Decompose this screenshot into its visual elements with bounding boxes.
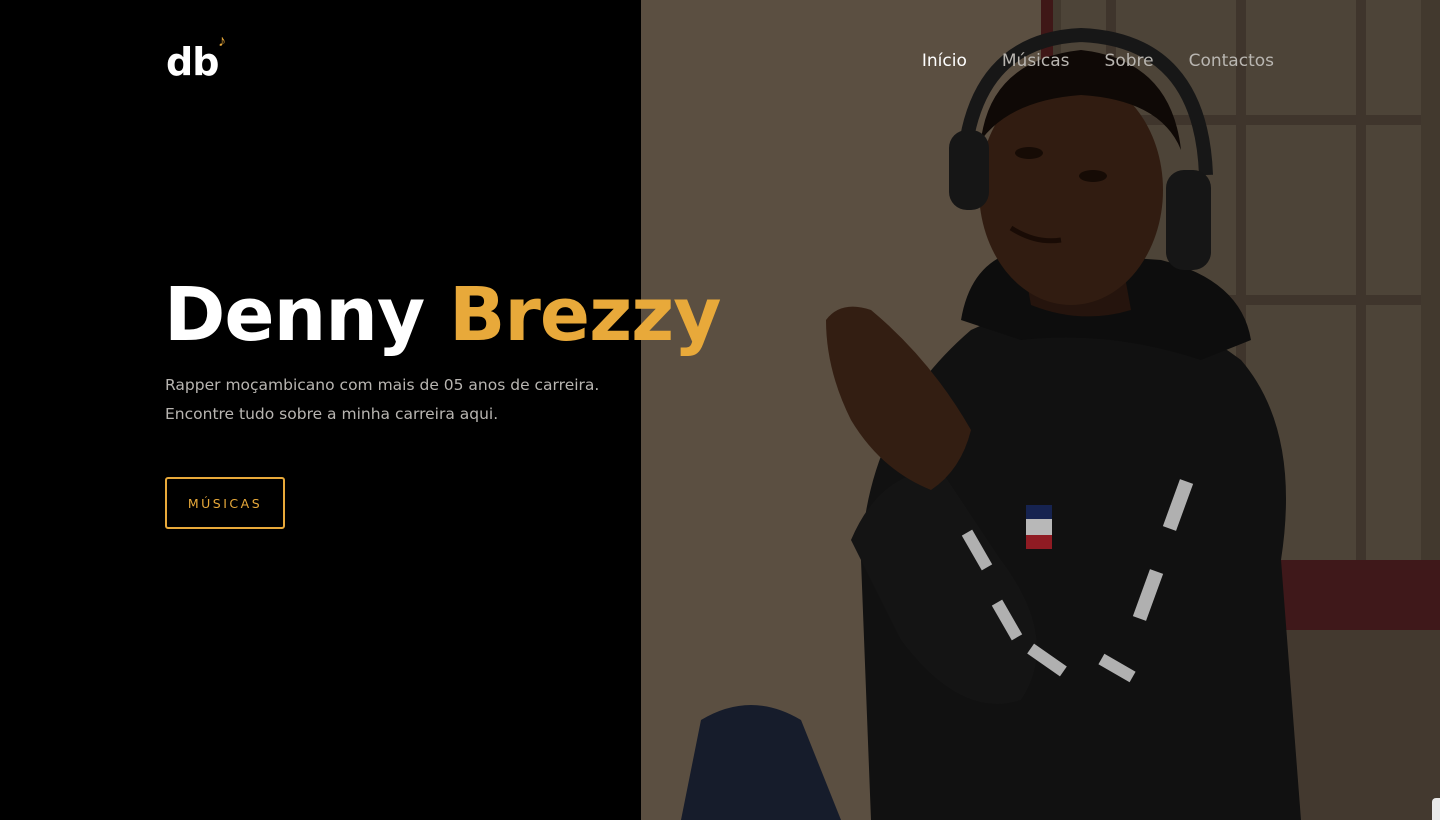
hero-subtitle: Rapper moçambicano com mais de 05 anos d…: [165, 371, 635, 429]
scroll-indicator[interactable]: [1432, 798, 1440, 820]
musicas-cta-button[interactable]: MÚSICAS: [165, 477, 285, 529]
hero-subtitle-line1: Rapper moçambicano com mais de 05 anos d…: [165, 376, 600, 394]
nav-link-sobre[interactable]: Sobre: [1105, 48, 1154, 74]
hero-subtitle-line2: Encontre tudo sobre a minha carreira aqu…: [165, 405, 499, 423]
brand-logo[interactable]: db ♪: [166, 34, 236, 84]
music-note-icon: ♪: [218, 33, 226, 50]
nav-link-inicio[interactable]: Início: [922, 48, 967, 74]
logo-text: db: [166, 40, 219, 84]
main-nav: Início Músicas Sobre Contactos: [922, 48, 1274, 74]
artist-photo-illustration: [641, 0, 1440, 820]
hero-title-last: Brezzy: [448, 272, 721, 358]
nav-link-musicas[interactable]: Músicas: [1002, 48, 1070, 74]
nav-link-contactos[interactable]: Contactos: [1189, 48, 1274, 74]
hero-photo: [641, 0, 1440, 820]
hero-title-first: Denny: [164, 272, 425, 358]
hero-title: Denny Brezzy: [164, 270, 721, 360]
